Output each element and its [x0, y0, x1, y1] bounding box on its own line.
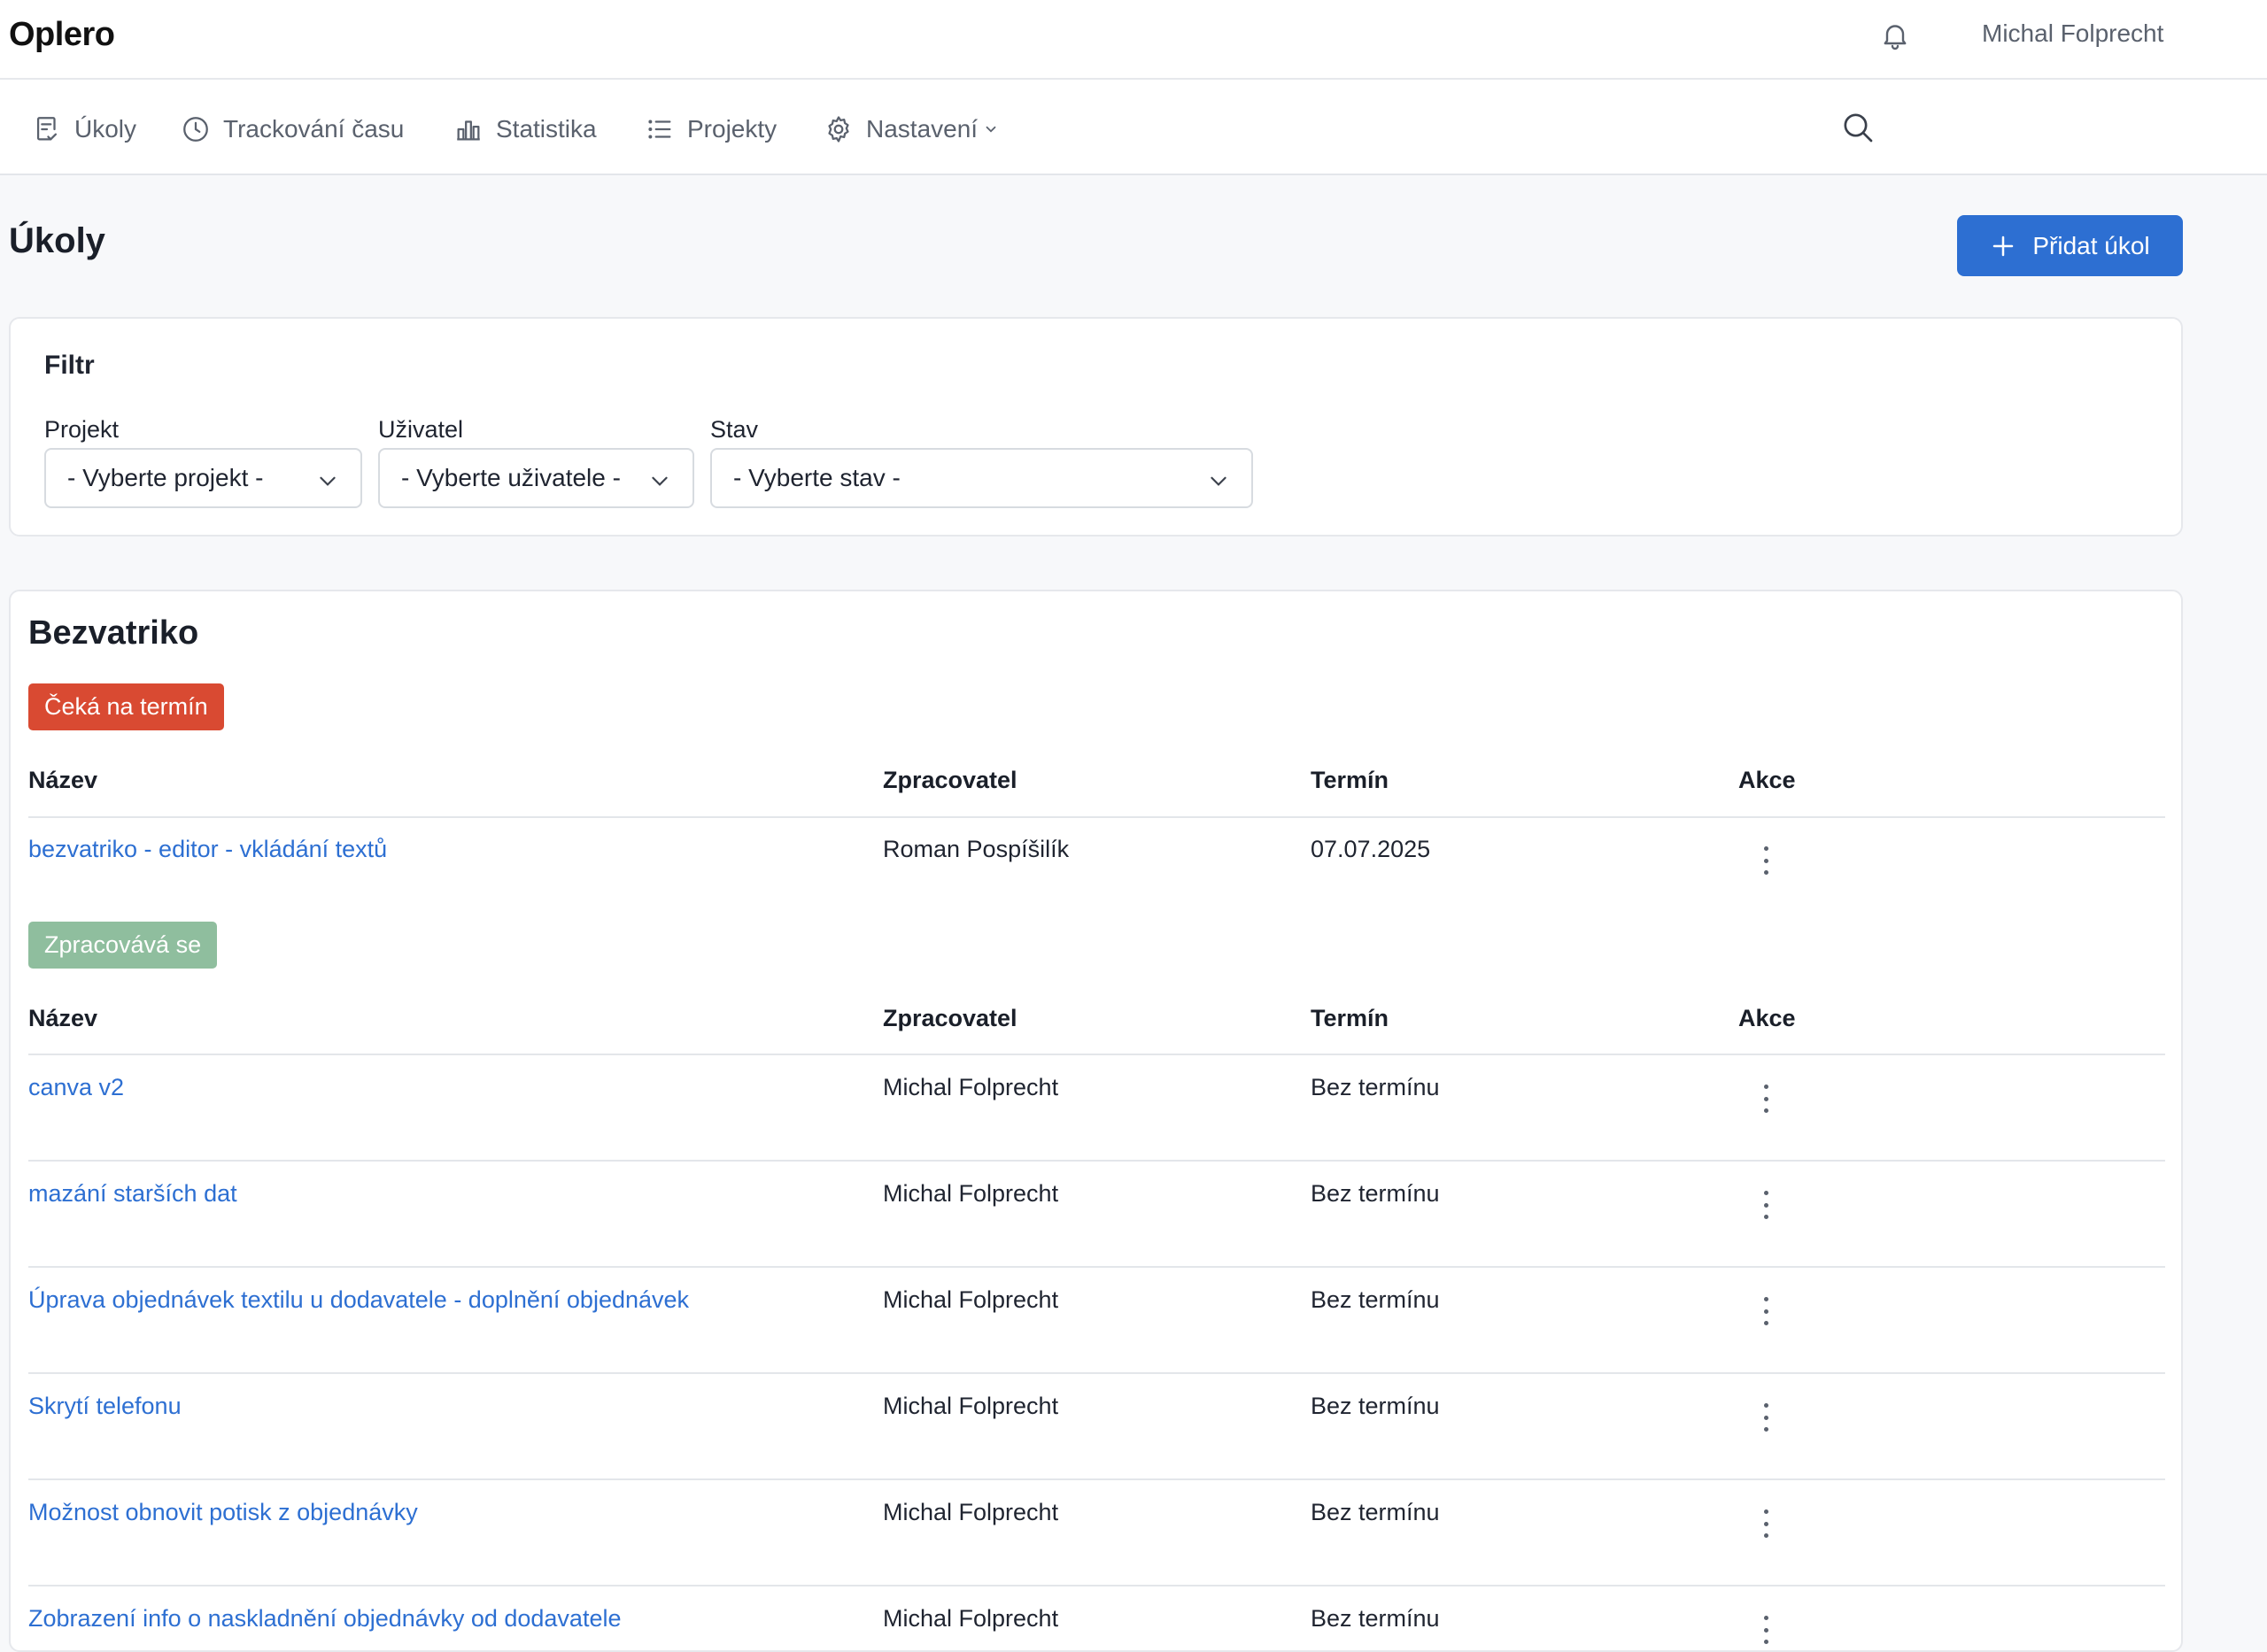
task-deadline: Bez termínu — [1311, 1074, 1440, 1100]
row-divider — [28, 1372, 2165, 1374]
status-filter-label: Stav — [710, 416, 759, 443]
task-deadline: 07.07.2025 — [1311, 836, 1431, 862]
task-assignee: Michal Folprecht — [883, 1605, 1059, 1632]
nav-item-projects[interactable]: Projekty — [645, 112, 777, 147]
status-select[interactable]: - Vyberte stav - — [710, 448, 1253, 508]
task-name-link[interactable]: mazání starších dat — [28, 1180, 237, 1208]
filter-title: Filtr — [44, 351, 95, 380]
nav-item-time-tracking[interactable]: Trackování času — [181, 112, 404, 147]
add-task-label: Přidat úkol — [2032, 231, 2150, 259]
row-divider — [28, 1478, 2165, 1480]
search-icon[interactable] — [1840, 110, 1876, 145]
task-name-link[interactable]: canva v2 — [28, 1074, 124, 1101]
nav-label: Trackování času — [223, 115, 405, 143]
more-actions-icon[interactable] — [1755, 843, 1776, 878]
task-deadline: Bez termínu — [1311, 1393, 1440, 1419]
nav-item-statistics[interactable]: Statistika — [453, 112, 597, 147]
task-icon — [36, 117, 58, 141]
column-header-actions: Akce — [1738, 1005, 1796, 1031]
nav-item-tasks[interactable]: Úkoly — [32, 112, 136, 147]
task-name-link[interactable]: Skrytí telefonu — [28, 1393, 182, 1420]
task-assignee: Michal Folprecht — [883, 1074, 1059, 1100]
more-actions-icon[interactable] — [1755, 1506, 1776, 1541]
status-badge: Zpracovává se — [28, 922, 218, 969]
row-divider — [28, 1266, 2165, 1268]
nav-label: Nastavení — [866, 115, 979, 143]
task-assignee: Michal Folprecht — [883, 1499, 1059, 1525]
header-divider — [28, 1054, 2165, 1055]
more-actions-icon[interactable] — [1755, 1400, 1776, 1435]
group-title: Bezvatriko — [28, 614, 199, 652]
user-select[interactable]: - Vyberte uživatele - — [378, 448, 694, 508]
user-select-value: - Vyberte uživatele - — [401, 464, 621, 491]
column-header-assignee: Zpracovatel — [883, 767, 1017, 793]
column-header-deadline: Termín — [1311, 767, 1389, 793]
gear-icon — [828, 116, 849, 143]
more-actions-icon[interactable] — [1755, 1081, 1776, 1116]
list-icon — [648, 120, 671, 139]
more-actions-icon[interactable] — [1755, 1293, 1776, 1329]
header-divider — [28, 816, 2165, 818]
main-nav: Úkoly Trackování času Statistika Projekt… — [0, 80, 2267, 175]
row-divider — [28, 1585, 2165, 1586]
nav-label: Úkoly — [74, 115, 137, 143]
add-task-button[interactable]: Přidat úkol — [1957, 215, 2183, 276]
user-filter-label: Uživatel — [378, 416, 464, 443]
column-header-name: Název — [28, 1005, 98, 1031]
more-actions-icon[interactable] — [1755, 1187, 1776, 1223]
clock-icon — [183, 117, 208, 142]
column-header-assignee: Zpracovatel — [883, 1005, 1017, 1031]
chevron-down-icon — [1211, 476, 1226, 486]
task-deadline: Bez termínu — [1311, 1499, 1440, 1525]
project-filter-label: Projekt — [44, 416, 120, 443]
bar-chart-icon — [457, 120, 480, 141]
task-name-link[interactable]: Zobrazení info o naskladnění objednávky … — [28, 1605, 621, 1633]
column-header-name: Název — [28, 767, 98, 793]
task-name-link[interactable]: Možnost obnovit potisk z objednávky — [28, 1499, 418, 1526]
task-name-link[interactable]: Úprava objednávek textilu u dodavatele -… — [28, 1286, 689, 1314]
project-select-value: - Vyberte projekt - — [67, 464, 264, 491]
status-badge: Čeká na termín — [28, 683, 224, 730]
task-assignee: Roman Pospíšilík — [883, 836, 1070, 862]
brand-logo[interactable]: Oplero — [9, 16, 115, 54]
task-assignee: Michal Folprecht — [883, 1286, 1059, 1313]
task-deadline: Bez termínu — [1311, 1180, 1440, 1207]
task-assignee: Michal Folprecht — [883, 1393, 1059, 1419]
user-menu[interactable]: Michal Folprecht — [1982, 19, 2163, 48]
nav-item-settings[interactable]: Nastavení — [824, 112, 999, 147]
task-deadline: Bez termínu — [1311, 1286, 1440, 1313]
task-group-card: Bezvatriko Čeká na termín Název Zpracova… — [9, 590, 2183, 1652]
chevron-down-icon — [986, 126, 996, 133]
bell-icon[interactable] — [1879, 18, 1911, 53]
nav-label: Projekty — [687, 115, 778, 143]
task-deadline: Bez termínu — [1311, 1605, 1440, 1632]
task-assignee: Michal Folprecht — [883, 1180, 1059, 1207]
chevron-down-icon — [652, 476, 668, 486]
page-title: Úkoly — [9, 221, 105, 260]
row-divider — [28, 1160, 2165, 1162]
top-bar: Oplero Michal Folprecht — [0, 0, 2267, 80]
status-select-value: - Vyberte stav - — [733, 464, 901, 491]
task-name-link[interactable]: bezvatriko - editor - vkládání textů — [28, 836, 387, 863]
chevron-down-icon — [320, 476, 336, 486]
column-header-deadline: Termín — [1311, 1005, 1389, 1031]
nav-label: Statistika — [496, 115, 597, 143]
project-select[interactable]: - Vyberte projekt - — [44, 448, 362, 508]
plus-icon — [1993, 235, 2014, 256]
filter-panel: Filtr Projekt - Vyberte projekt - Uživat… — [9, 317, 2183, 537]
column-header-actions: Akce — [1738, 767, 1796, 793]
more-actions-icon[interactable] — [1755, 1612, 1776, 1648]
